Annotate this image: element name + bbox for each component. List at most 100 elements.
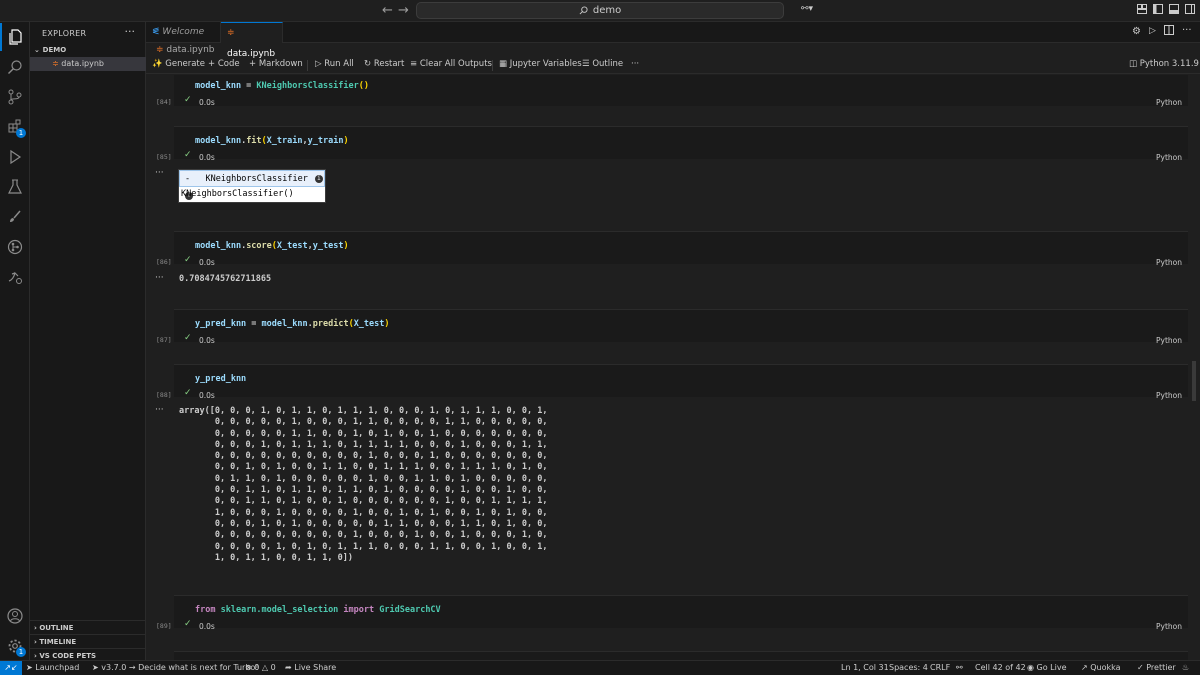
cell-88-source[interactable]: y_pred_knn xyxy=(195,374,246,384)
add-code-button[interactable]: + Code xyxy=(208,59,240,69)
execution-count: [88] xyxy=(156,391,172,399)
more-actions-icon[interactable]: ··· xyxy=(1182,25,1192,36)
more-actions-icon[interactable]: ··· xyxy=(125,25,136,38)
broadcast-icon: ◉ xyxy=(1027,663,1034,672)
go-live-label: Go Live xyxy=(1036,663,1067,672)
tab-welcome[interactable]: ⪛ Welcome xyxy=(146,22,221,43)
live-share-item[interactable]: ➦ Live Share xyxy=(285,661,336,675)
customize-layout-icon[interactable] xyxy=(1137,4,1147,17)
back-arrow-icon[interactable]: ← xyxy=(382,3,393,18)
toggle-sidebar-icon[interactable] xyxy=(1153,4,1163,17)
breadcrumb[interactable]: ≑ data.ipynb xyxy=(156,45,215,55)
section-outline[interactable]: › OUTLINE xyxy=(30,620,146,634)
output-more-icon[interactable]: ··· xyxy=(155,273,164,283)
command-center-search[interactable]: demo xyxy=(416,2,784,19)
end-of-line[interactable]: CRLF xyxy=(930,661,950,675)
cell-language[interactable]: Python xyxy=(1156,153,1182,162)
outline-button[interactable]: ☰ Outline xyxy=(582,59,623,69)
code-cell[interactable] xyxy=(174,364,1188,397)
run-and-debug-icon[interactable] xyxy=(0,143,30,171)
run-play-icon[interactable]: ▷ xyxy=(1149,26,1156,36)
info-icon[interactable]: i xyxy=(314,174,323,183)
launchpad-item[interactable]: ➤ Launchpad xyxy=(26,661,79,675)
gitlens-icon[interactable] xyxy=(0,233,30,261)
plus-icon: + xyxy=(249,59,257,69)
cell-position[interactable]: Cell 42 of 42 xyxy=(975,661,1026,675)
folder-demo[interactable]: ⌄ DEMO xyxy=(30,43,146,57)
generate-label: Generate xyxy=(165,59,205,69)
remote-explorer-icon[interactable] xyxy=(0,263,30,291)
code-token: model_knn xyxy=(195,241,242,251)
generate-button[interactable]: ✨ Generate xyxy=(152,59,205,69)
rocket-icon: ➤ xyxy=(92,663,99,672)
code-token: y_pred_knn xyxy=(195,319,247,329)
copilot-icon[interactable]: ⚯▾ xyxy=(801,4,813,14)
chevron-down-icon: ⌄ xyxy=(34,46,40,54)
cell-language[interactable]: Python xyxy=(1156,258,1182,267)
go-live-item[interactable]: ◉ Go Live xyxy=(1027,661,1067,675)
toggle-secondary-sidebar-icon[interactable] xyxy=(1185,4,1195,17)
cell-87-source[interactable]: y_pred_knn = model_knn.predict(X_test) xyxy=(195,319,390,329)
testing-flask-icon[interactable] xyxy=(0,173,30,201)
cell-language[interactable]: Python xyxy=(1156,336,1182,345)
file-data-ipynb[interactable]: ≑ data.ipynb xyxy=(30,57,146,71)
remote-indicator-icon[interactable]: ↗↙ xyxy=(0,661,22,675)
add-markdown-button[interactable]: + Markdown xyxy=(249,59,303,69)
toggle-panel-icon[interactable] xyxy=(1169,4,1179,17)
breadcrumb-file: data.ipynb xyxy=(166,45,215,55)
widget-toggle[interactable]: - xyxy=(185,174,190,184)
section-timeline[interactable]: › TIMELINE xyxy=(30,634,146,648)
cell-language[interactable]: Python xyxy=(1156,622,1182,631)
cursor-position[interactable]: Ln 1, Col 31 xyxy=(841,661,889,675)
estimator-widget[interactable]: - KNeighborsClassifier i ? KNeighborsCla… xyxy=(178,169,326,203)
clear-all-outputs-button[interactable]: ≡ Clear All Outputs xyxy=(410,59,492,69)
output-more-icon[interactable]: ··· xyxy=(155,168,164,178)
more-actions-icon[interactable]: ··· xyxy=(631,59,639,69)
cell-84-source[interactable]: model_knn = KNeighborsClassifier() xyxy=(195,81,369,91)
chevron-right-icon: › xyxy=(34,652,37,660)
section-timeline-label: TIMELINE xyxy=(39,638,77,646)
restart-button[interactable]: ↻ Restart xyxy=(364,59,404,69)
tab-data-ipynb[interactable]: ≑ data.ipynb xyxy=(221,22,283,59)
scrollbar-thumb[interactable] xyxy=(1192,361,1196,401)
cell-89-source[interactable]: from sklearn.model_selection import Grid… xyxy=(195,605,441,615)
code-cell[interactable] xyxy=(174,651,1188,660)
problems-item[interactable]: ⊗ 0 △ 0 xyxy=(245,661,276,675)
quokka-item[interactable]: ↗ Quokka xyxy=(1081,661,1121,675)
cell-language[interactable]: Python xyxy=(1156,391,1182,400)
execution-count: [84] xyxy=(156,98,172,106)
extensions-icon[interactable]: 1 xyxy=(0,113,30,141)
copilot-status-icon[interactable]: ⚯ xyxy=(956,661,963,675)
estimator-widget-header[interactable]: - KNeighborsClassifier i ? xyxy=(179,170,325,200)
search-icon[interactable] xyxy=(0,53,30,81)
execution-time: 0.0s xyxy=(199,622,215,631)
rocket-icon: ➤ xyxy=(26,663,33,672)
code-token: model_knn xyxy=(261,319,308,329)
run-all-button[interactable]: ▷ Run All xyxy=(315,59,354,69)
settings-gear-icon[interactable]: 1 xyxy=(0,632,30,660)
code-token: X_test xyxy=(353,319,385,329)
turbo-item[interactable]: ➤ v3.7.0 → Decide what is next for Turbo… xyxy=(92,661,259,675)
prettier-item[interactable]: ✓ Prettier xyxy=(1137,661,1176,675)
outline-label: Outline xyxy=(592,59,624,69)
split-editor-icon[interactable] xyxy=(1164,25,1174,38)
gear-icon[interactable]: ⚙ xyxy=(1132,26,1141,37)
indentation[interactable]: Spaces: 4 xyxy=(889,661,928,675)
source-control-icon[interactable] xyxy=(0,83,30,111)
account-icon[interactable] xyxy=(0,602,30,630)
code-token: predict xyxy=(312,319,349,329)
jupyter-variables-button[interactable]: ▦ Jupyter Variables xyxy=(499,59,582,69)
cell-86-source[interactable]: model_knn.score(X_test,y_test) xyxy=(195,241,349,251)
notifications-bell-icon[interactable]: ♨ xyxy=(1182,661,1189,675)
kernel-picker[interactable]: ◫ Python 3.11.9 xyxy=(1129,59,1199,69)
cell-85-source[interactable]: model_knn.fit(X_train,y_train) xyxy=(195,136,349,146)
output-more-icon[interactable]: ··· xyxy=(155,405,164,415)
toolbar-divider xyxy=(307,60,308,71)
explorer-icon[interactable] xyxy=(0,23,30,51)
cell-language[interactable]: Python xyxy=(1156,98,1182,107)
forward-arrow-icon[interactable]: → xyxy=(398,3,409,18)
brush-icon[interactable] xyxy=(0,203,30,231)
title-bar: ← → demo ⚯▾ xyxy=(0,0,1200,22)
search-icon xyxy=(579,6,588,15)
code-token: ) xyxy=(363,81,370,91)
